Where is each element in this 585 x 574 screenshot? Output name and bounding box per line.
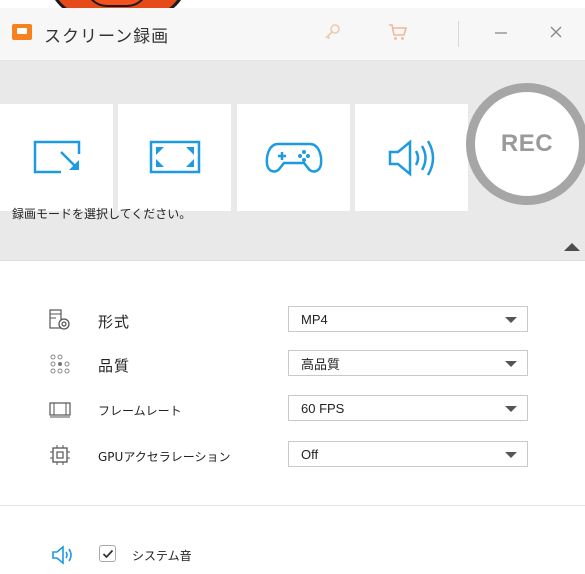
- cart-icon[interactable]: [385, 18, 411, 46]
- format-value: MP4: [301, 311, 328, 327]
- speaker-icon: [388, 138, 434, 177]
- gpu-label: GPUアクセラレーション: [98, 450, 231, 464]
- window-title: スクリーン録画: [44, 27, 170, 47]
- framerate-value: 60 FPS: [301, 400, 345, 416]
- framerate-label: フレームレート: [98, 404, 182, 418]
- quality-dots-icon: [48, 352, 72, 376]
- chevron-down-icon: [505, 317, 517, 323]
- system-sound-checkbox[interactable]: [99, 545, 116, 562]
- film-strip-icon: [48, 397, 72, 421]
- framerate-setting: フレームレート 60 FPS: [0, 392, 585, 426]
- format-label: 形式: [98, 313, 131, 331]
- collapse-arrow-icon[interactable]: [564, 243, 580, 251]
- region-capture-icon: [33, 140, 80, 173]
- close-icon[interactable]: [543, 18, 569, 46]
- chevron-down-icon: [505, 361, 517, 367]
- format-select[interactable]: MP4: [288, 306, 528, 332]
- app-icon: [12, 24, 32, 40]
- gpu-select[interactable]: Off: [288, 441, 528, 467]
- titlebar-separator: [458, 21, 459, 47]
- title-bar: スクリーン録画: [0, 8, 585, 61]
- fullscreen-capture-button[interactable]: [118, 104, 231, 211]
- mode-hint-text: 録画モードを選択してください。: [12, 207, 192, 221]
- quality-label: 品質: [98, 357, 131, 375]
- format-settings-icon: [48, 308, 72, 332]
- recording-mode-panel: REC 録画モードを選択してください。: [0, 61, 585, 261]
- chip-icon: [48, 443, 72, 467]
- checkmark-icon: [102, 549, 113, 558]
- format-setting: 形式 MP4: [0, 303, 585, 337]
- rec-button[interactable]: REC: [466, 83, 585, 205]
- gpu-value: Off: [301, 446, 319, 462]
- game-capture-button[interactable]: [237, 104, 350, 211]
- fullscreen-icon: [149, 140, 200, 173]
- audio-capture-button[interactable]: [355, 104, 468, 211]
- system-sound-label: システム音: [132, 549, 192, 563]
- gamepad-icon: [265, 142, 322, 173]
- chevron-down-icon: [505, 452, 517, 458]
- framerate-select[interactable]: 60 FPS: [288, 395, 528, 421]
- system-sound-speaker-icon: [51, 544, 77, 566]
- quality-value: 高品質: [301, 356, 341, 372]
- gpu-setting: GPUアクセラレーション Off: [0, 438, 585, 472]
- key-icon[interactable]: [320, 18, 346, 46]
- quality-setting: 品質 高品質: [0, 347, 585, 381]
- quality-select[interactable]: 高品質: [288, 350, 528, 376]
- rec-label: REC: [500, 130, 554, 157]
- section-divider: [0, 505, 585, 506]
- chevron-down-icon: [505, 406, 517, 412]
- minimize-icon[interactable]: [488, 18, 514, 46]
- region-capture-button[interactable]: [0, 104, 113, 211]
